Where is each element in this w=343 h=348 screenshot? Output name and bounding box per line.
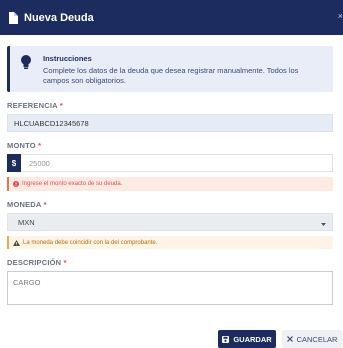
error-circle-icon [13, 181, 19, 187]
warning-triangle-icon [13, 239, 20, 246]
modal-title: Nueva Deuda [24, 11, 94, 24]
required-marker: * [43, 200, 47, 209]
save-button-label: GUARDAR [233, 334, 272, 344]
referencia-label-text: REFERENCIA [7, 101, 58, 110]
descripcion-label-text: DESCRIPCIÓN [7, 258, 62, 267]
new-debt-modal: Nueva Deuda × Instrucciones Complete los… [0, 0, 343, 348]
document-icon [8, 11, 19, 24]
monto-input-group: $ 25000 [7, 154, 333, 172]
required-marker: * [38, 141, 42, 150]
modal-header: Nueva Deuda × [0, 0, 343, 35]
descripcion-label: DESCRIPCIÓN * [7, 258, 333, 267]
modal-footer: GUARDAR CANCELAR [0, 328, 343, 348]
close-icon[interactable]: × [338, 11, 343, 21]
moneda-select[interactable]: MXN [7, 213, 333, 231]
required-marker: * [59, 101, 63, 110]
moneda-warning-text: La moneda debe coincidir con la del comp… [23, 239, 158, 246]
monto-error-text: Ingrese el monto exacto de su deuda. [22, 181, 123, 187]
instructions-text: Complete los datos de la deuda que desea… [43, 66, 299, 85]
descripcion-textarea[interactable]: CARGO [7, 271, 333, 305]
save-button[interactable]: GUARDAR [218, 330, 276, 348]
referencia-label: REFERENCIA * [7, 101, 333, 110]
referencia-input[interactable]: HLCUABCD12345678 [7, 114, 333, 132]
monto-error-message: Ingrese el monto exacto de su deuda. [7, 177, 333, 191]
instructions-title: Instrucciones [43, 54, 92, 63]
monto-label: MONTO * [7, 141, 333, 150]
cancel-x-icon [286, 336, 293, 342]
monto-input[interactable]: 25000 [21, 154, 333, 172]
modal-body: Instrucciones Complete los datos de la d… [0, 35, 343, 305]
save-icon [222, 335, 230, 343]
monto-label-text: MONTO [7, 141, 36, 150]
chevron-down-icon [321, 220, 326, 229]
currency-symbol: $ [7, 154, 21, 172]
cancel-button[interactable]: CANCELAR [282, 330, 342, 348]
moneda-label: MONEDA * [7, 200, 333, 209]
required-marker: * [63, 258, 67, 267]
lightbulb-icon [20, 55, 32, 84]
instructions-content: Instrucciones Complete los datos de la d… [43, 54, 323, 85]
cancel-button-label: CANCELAR [296, 334, 338, 344]
moneda-selected-value: MXN [18, 217, 35, 227]
moneda-label-text: MONEDA [7, 200, 42, 209]
moneda-warning-message: La moneda debe coincidir con la del comp… [7, 236, 333, 249]
instructions-box: Instrucciones Complete los datos de la d… [7, 46, 333, 92]
